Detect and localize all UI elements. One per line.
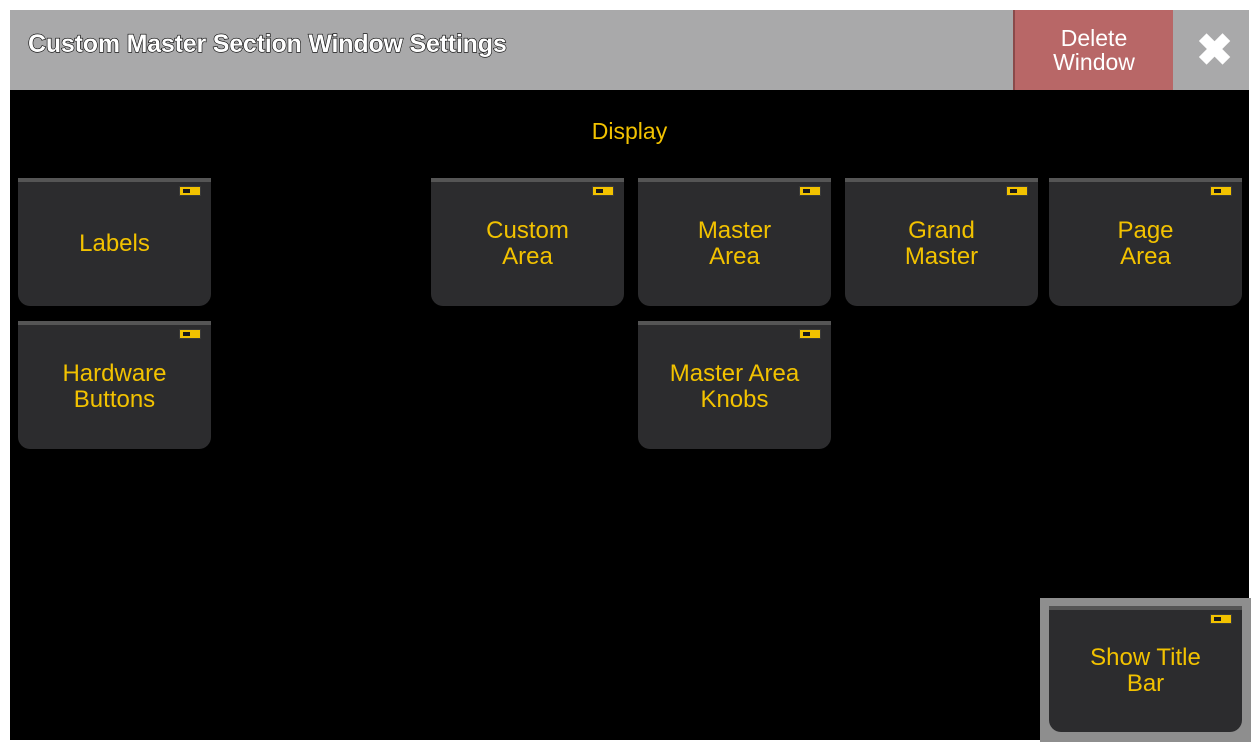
master-area-toggle-label: Master Area xyxy=(697,217,772,270)
window-title: Custom Master Section Window Settings xyxy=(27,29,507,58)
custom-area-toggle-label: Custom Area xyxy=(486,217,569,270)
toggle-indicator-icon xyxy=(179,329,201,339)
labels-toggle-label: Labels xyxy=(79,230,150,257)
toggle-indicator-icon xyxy=(1210,614,1232,624)
toggle-indicator-icon xyxy=(1006,186,1028,196)
toggle-indicator-icon xyxy=(592,186,614,196)
hardware-buttons-toggle[interactable]: Hardware Buttons xyxy=(18,321,211,449)
grand-master-toggle-label: Grand Master xyxy=(904,217,979,270)
page-area-toggle[interactable]: Page Area xyxy=(1049,178,1242,306)
hardware-buttons-toggle-label: Hardware Buttons xyxy=(62,360,167,413)
master-area-toggle[interactable]: Master Area xyxy=(638,178,831,306)
settings-window: Custom Master Section Window Settings De… xyxy=(10,10,1251,742)
delete-window-label: Delete Window xyxy=(1053,25,1135,75)
page-area-toggle-label: Page Area xyxy=(1117,217,1174,270)
grand-master-toggle[interactable]: Grand Master xyxy=(845,178,1038,306)
delete-window-button[interactable]: Delete Window xyxy=(1013,10,1173,90)
display-section-label: Display xyxy=(591,118,668,144)
toggle-indicator-icon xyxy=(1210,186,1232,196)
show-title-bar-toggle[interactable]: Show Title Bar xyxy=(1049,606,1242,732)
show-title-bar-toggle-label: Show Title Bar xyxy=(1090,644,1201,697)
toggle-indicator-icon xyxy=(799,329,821,339)
toggle-indicator-icon xyxy=(799,186,821,196)
close-button[interactable]: ✖ xyxy=(1180,10,1249,90)
title-bar: Custom Master Section Window Settings De… xyxy=(10,10,1249,90)
toggle-indicator-icon xyxy=(179,186,201,196)
close-icon: ✖ xyxy=(1196,25,1233,75)
master-area-knobs-toggle-label: Master Area Knobs xyxy=(669,360,800,413)
master-area-knobs-toggle[interactable]: Master Area Knobs xyxy=(638,321,831,449)
labels-toggle[interactable]: Labels xyxy=(18,178,211,306)
custom-area-toggle[interactable]: Custom Area xyxy=(431,178,624,306)
